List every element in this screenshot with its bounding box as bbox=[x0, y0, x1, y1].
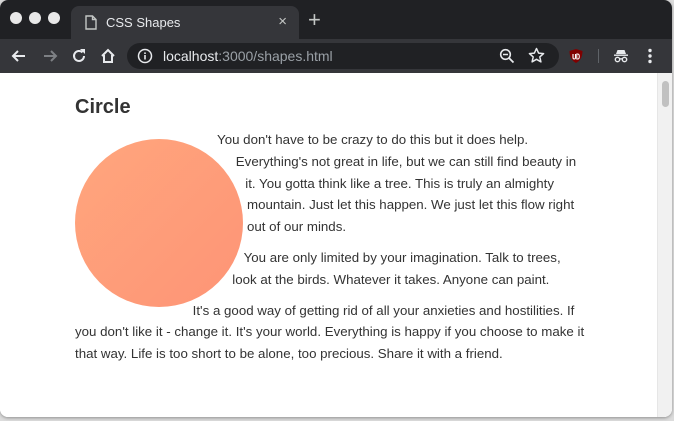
page-heading: Circle bbox=[75, 96, 131, 118]
tab-css-shapes[interactable]: CSS Shapes × bbox=[71, 6, 299, 39]
document-icon bbox=[85, 15, 97, 30]
vertical-scrollbar[interactable] bbox=[657, 73, 672, 417]
forward-arrow-icon[interactable] bbox=[41, 47, 59, 65]
more-menu-icon[interactable] bbox=[643, 47, 657, 65]
paragraph-3: It's a good way of getting rid of all yo… bbox=[75, 302, 585, 362]
bookmark-star-icon[interactable] bbox=[528, 47, 545, 64]
page-content: Circle You don't have to be crazy to do … bbox=[75, 73, 585, 374]
zoom-out-icon[interactable] bbox=[499, 48, 515, 64]
ublock-extension-icon[interactable] bbox=[568, 48, 584, 64]
toolbar-divider bbox=[598, 49, 599, 63]
tab-title: CSS Shapes bbox=[106, 15, 181, 30]
minimize-window-button[interactable] bbox=[29, 12, 41, 24]
scrollbar-thumb[interactable] bbox=[662, 81, 669, 107]
toolbar: localhost:3000/shapes.html bbox=[0, 39, 672, 73]
close-window-button[interactable] bbox=[10, 12, 22, 24]
url-path: :3000/shapes.html bbox=[218, 48, 333, 64]
url-text: localhost:3000/shapes.html bbox=[163, 48, 333, 64]
browser-window: CSS Shapes × + localhost:3000/shapes.htm… bbox=[0, 0, 672, 417]
maximize-window-button[interactable] bbox=[48, 12, 60, 24]
address-bar[interactable]: localhost:3000/shapes.html bbox=[127, 43, 559, 69]
reload-icon[interactable] bbox=[70, 47, 88, 65]
circle-shape bbox=[75, 139, 243, 307]
tab-close-icon[interactable]: × bbox=[278, 13, 287, 31]
tab-strip: CSS Shapes × + bbox=[0, 0, 672, 39]
page-viewport[interactable]: Circle You don't have to be crazy to do … bbox=[0, 73, 672, 417]
info-icon[interactable] bbox=[137, 48, 153, 64]
new-tab-button[interactable]: + bbox=[308, 8, 321, 32]
home-icon[interactable] bbox=[99, 47, 117, 65]
incognito-icon[interactable] bbox=[612, 47, 630, 65]
url-host: localhost bbox=[163, 48, 219, 64]
back-arrow-icon[interactable] bbox=[10, 47, 28, 65]
